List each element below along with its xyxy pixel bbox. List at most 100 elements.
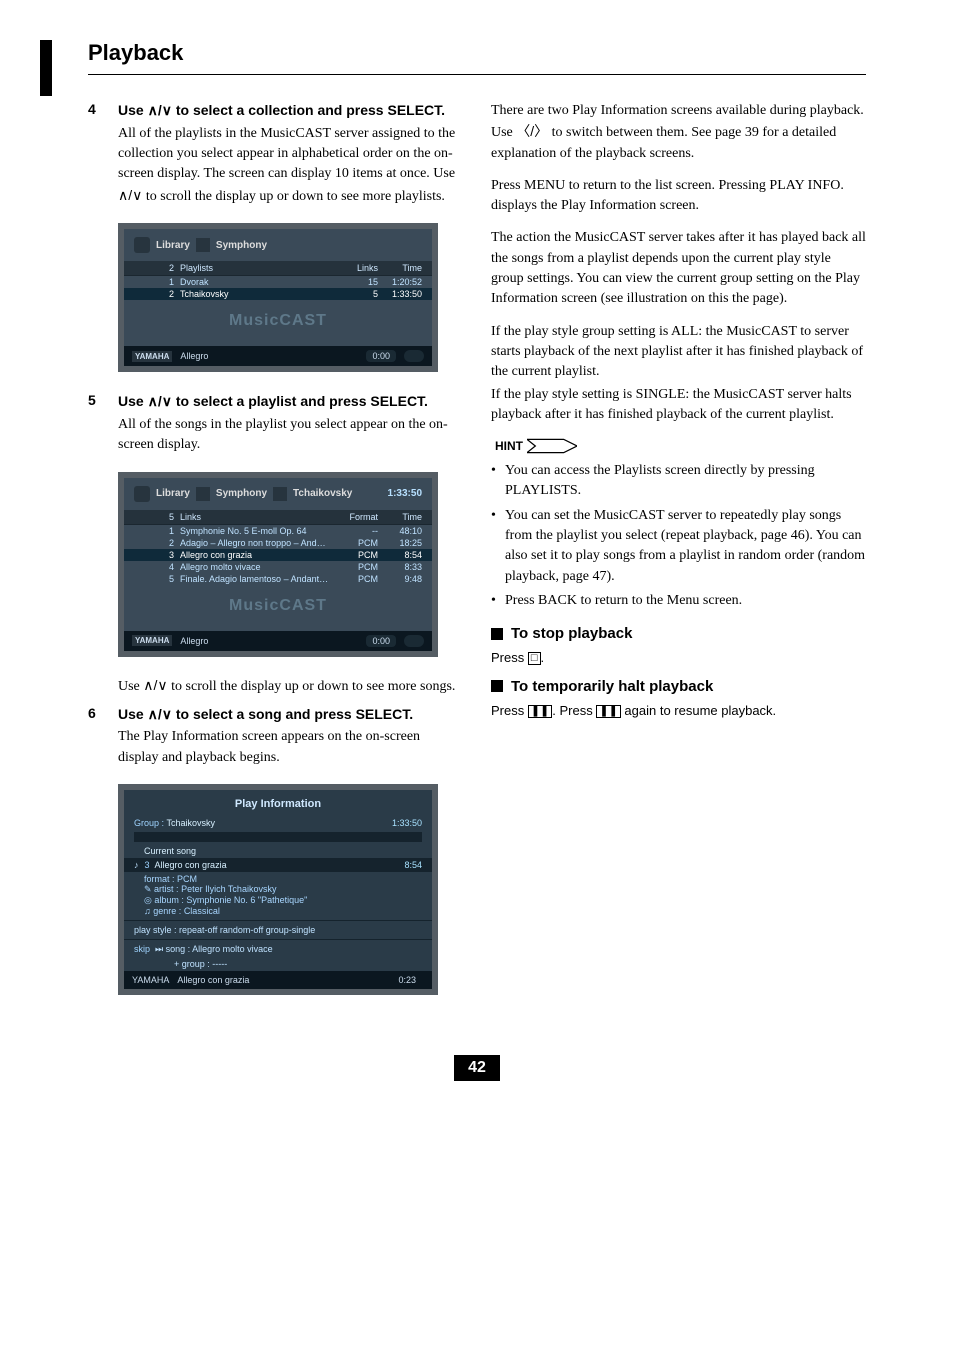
pi-format-label: format : xyxy=(144,874,175,884)
brand-badge: YAMAHA xyxy=(132,975,169,985)
col-name: Links xyxy=(180,512,338,522)
pi-group-value: Tchaikovsky xyxy=(167,818,216,828)
pi-album-value: Symphonie No. 6 "Pathetique" xyxy=(186,895,307,905)
volume-icon xyxy=(404,635,424,647)
footer-track: Allegro con grazia xyxy=(177,975,249,985)
stop-pre: Press xyxy=(491,650,528,665)
footer-time: 0:23 xyxy=(398,975,416,985)
step-5: 5 Use ∧/∨ to select a playlist and press… xyxy=(88,392,463,461)
breadcrumb-library: Library xyxy=(156,240,190,251)
step-4: 4 Use ∧/∨ to select a collection and pre… xyxy=(88,101,463,213)
top-time: 1:33:50 xyxy=(388,488,422,499)
section-title: Playback xyxy=(88,40,866,66)
hint-flag-icon xyxy=(527,438,577,454)
step-number: 5 xyxy=(88,392,106,461)
pause-head-text: To temporarily halt playback xyxy=(511,678,713,695)
pi-genre-value: Classical xyxy=(184,906,220,916)
figure-play-information: Play Information Group : Tchaikovsky 1:3… xyxy=(118,784,438,995)
square-bullet-icon xyxy=(491,680,503,692)
folder-icon xyxy=(196,487,210,501)
breadcrumb-library: Library xyxy=(156,488,190,499)
right-p2: Press MENU to return to the list screen.… xyxy=(491,176,866,217)
pause-icon: ❚❚ xyxy=(528,705,552,718)
pi-artist-value: Peter Ilyich Tchaikovsky xyxy=(181,884,276,894)
list-item: 3Allegro con graziaPCM8:54 xyxy=(124,549,432,561)
folder-icon xyxy=(196,238,210,252)
watermark: MusicCAST xyxy=(124,300,432,346)
step5-body: All of the songs in the playlist you sel… xyxy=(118,415,463,456)
col-links: Links xyxy=(338,263,378,273)
hint-item: Press BACK to return to the Menu screen. xyxy=(491,591,866,611)
watermark: MusicCAST xyxy=(124,585,432,631)
step-head-pre: Use xyxy=(118,706,148,722)
list-item: 1Symphonie No. 5 E-moll Op. 64--48:10 xyxy=(124,525,432,537)
pi-track-time: 8:54 xyxy=(404,860,422,870)
hint-item: You can access the Playlists screen dire… xyxy=(491,461,866,502)
pi-skip-group: + group : ----- xyxy=(174,959,227,969)
brand-badge: YAMAHA xyxy=(132,351,172,362)
updown-icon: ∧/∨ xyxy=(143,677,167,693)
list-item: 1Dvorak151:20:52 xyxy=(124,276,432,288)
step4-body-tail: to scroll the display up or down to see … xyxy=(142,189,445,204)
pi-top-time: 1:33:50 xyxy=(392,818,422,828)
updown-icon: ∧/∨ xyxy=(148,393,172,409)
folder-icon xyxy=(273,487,287,501)
brand-badge: YAMAHA xyxy=(132,635,172,646)
step5-note-post: to scroll the display up or down to see … xyxy=(168,679,456,694)
stop-subhead: To stop playback xyxy=(491,625,866,642)
col-count: 2 xyxy=(160,263,174,273)
pi-album-label: album : xyxy=(154,895,184,905)
page-number: 42 xyxy=(454,1055,500,1081)
footer-time: 0:00 xyxy=(366,350,396,362)
right-p3: The action the MusicCAST server takes af… xyxy=(491,228,866,309)
volume-icon xyxy=(404,350,424,362)
pause-a: Press xyxy=(491,703,528,718)
col-format: Format xyxy=(338,512,378,522)
figure-songs-screen: Library Symphony Tchaikovsky 1:33:50 5 L… xyxy=(118,472,438,657)
hints-list: You can access the Playlists screen dire… xyxy=(491,461,866,611)
col-name: Playlists xyxy=(180,263,338,273)
pi-playstyle: play style : repeat-off random-off group… xyxy=(134,925,315,935)
step-number: 4 xyxy=(88,101,106,213)
step-head-post: to select a song and press SELECT. xyxy=(172,706,413,722)
pi-genre-label: genre : xyxy=(153,906,181,916)
leftright-icon: 〈/〉 xyxy=(516,123,548,139)
title-rule xyxy=(88,74,866,75)
pause-c: again to resume playback. xyxy=(621,703,776,718)
step-head-pre: Use xyxy=(118,102,148,118)
pi-skip-label: skip xyxy=(134,944,150,955)
pi-group-label: Group : xyxy=(134,818,164,828)
updown-icon: ∧/∨ xyxy=(148,706,172,722)
figure-playlists-screen: Library Symphony 2 Playlists Links Time … xyxy=(118,223,438,372)
step-head-pre: Use xyxy=(118,393,148,409)
col-time: Time xyxy=(378,512,422,522)
hint-item: You can set the MusicCAST server to repe… xyxy=(491,506,866,587)
footer-track: Allegro xyxy=(180,351,208,361)
pause-b: . Press xyxy=(552,703,596,718)
stop-head-text: To stop playback xyxy=(511,625,632,642)
list-item: 5Finale. Adagio lamentoso – Andant…PCM9:… xyxy=(124,573,432,585)
pi-title: Play Information xyxy=(124,790,432,816)
pi-progress-bar xyxy=(134,832,422,842)
col-time: Time xyxy=(378,263,422,273)
right-p4: If the play style group setting is ALL: … xyxy=(491,322,866,383)
pi-track-name: Allegro con grazia xyxy=(155,860,227,870)
pi-skip-song: song : Allegro molto vivace xyxy=(166,944,273,955)
list-item: 2Adagio – Allegro non troppo – And…PCM18… xyxy=(124,537,432,549)
col-count: 5 xyxy=(160,512,174,522)
step5-note-pre: Use xyxy=(118,679,143,694)
breadcrumb-symphony: Symphony xyxy=(216,240,267,251)
stop-post: . xyxy=(541,650,545,665)
pause-subhead: To temporarily halt playback xyxy=(491,678,866,695)
pause-icon: ❚❚ xyxy=(596,705,620,718)
breadcrumb-symphony: Symphony xyxy=(216,488,267,499)
list-item: 4Allegro molto vivacePCM8:33 xyxy=(124,561,432,573)
square-bullet-icon xyxy=(491,628,503,640)
home-icon xyxy=(134,486,150,502)
step-head-post: to select a playlist and press SELECT. xyxy=(172,393,428,409)
pi-current-label: Current song xyxy=(144,846,196,856)
stop-icon: □ xyxy=(528,652,541,665)
right-p5: If the play style setting is SINGLE: the… xyxy=(491,385,866,426)
pi-track-no: 3 xyxy=(145,860,150,870)
step-6: 6 Use ∧/∨ to select a song and press SEL… xyxy=(88,705,463,774)
